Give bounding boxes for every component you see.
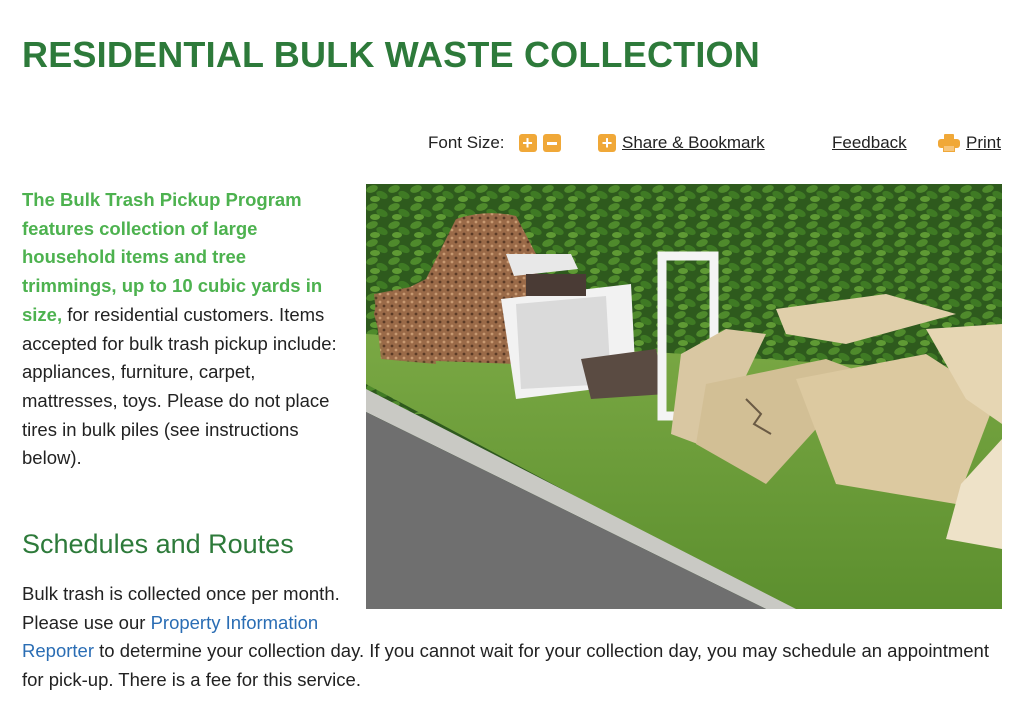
intro-paragraph: The Bulk Trash Pickup Program features c…	[22, 186, 344, 473]
bulk-trash-photo	[366, 184, 1002, 609]
page-toolbar: Font Size: Share & Bookmark Feedback Pri…	[380, 133, 1002, 155]
schedules-paragraph: Bulk trash is collected once per month. …	[22, 580, 992, 695]
plus-icon	[598, 134, 616, 152]
printer-icon	[938, 134, 960, 152]
font-decrease-icon[interactable]	[542, 134, 561, 152]
font-size-controls: Font Size:	[428, 133, 561, 153]
intro-body-text: for residential customers. Items accepte…	[22, 303, 337, 469]
share-bookmark-link[interactable]: Share & Bookmark	[622, 133, 765, 153]
share-bookmark-button[interactable]: Share & Bookmark	[598, 133, 765, 153]
feedback-button[interactable]: Feedback	[832, 133, 907, 153]
schedules-text-2: to determine your collection day. If you…	[22, 640, 989, 691]
font-size-label: Font Size:	[428, 133, 505, 152]
font-increase-icon[interactable]	[518, 134, 537, 152]
section-heading-schedules: Schedules and Routes	[22, 529, 294, 559]
page-title: RESIDENTIAL BULK WASTE COLLECTION	[22, 34, 760, 75]
print-button[interactable]: Print	[938, 133, 1001, 153]
print-link[interactable]: Print	[966, 133, 1001, 153]
feedback-link[interactable]: Feedback	[832, 133, 907, 153]
